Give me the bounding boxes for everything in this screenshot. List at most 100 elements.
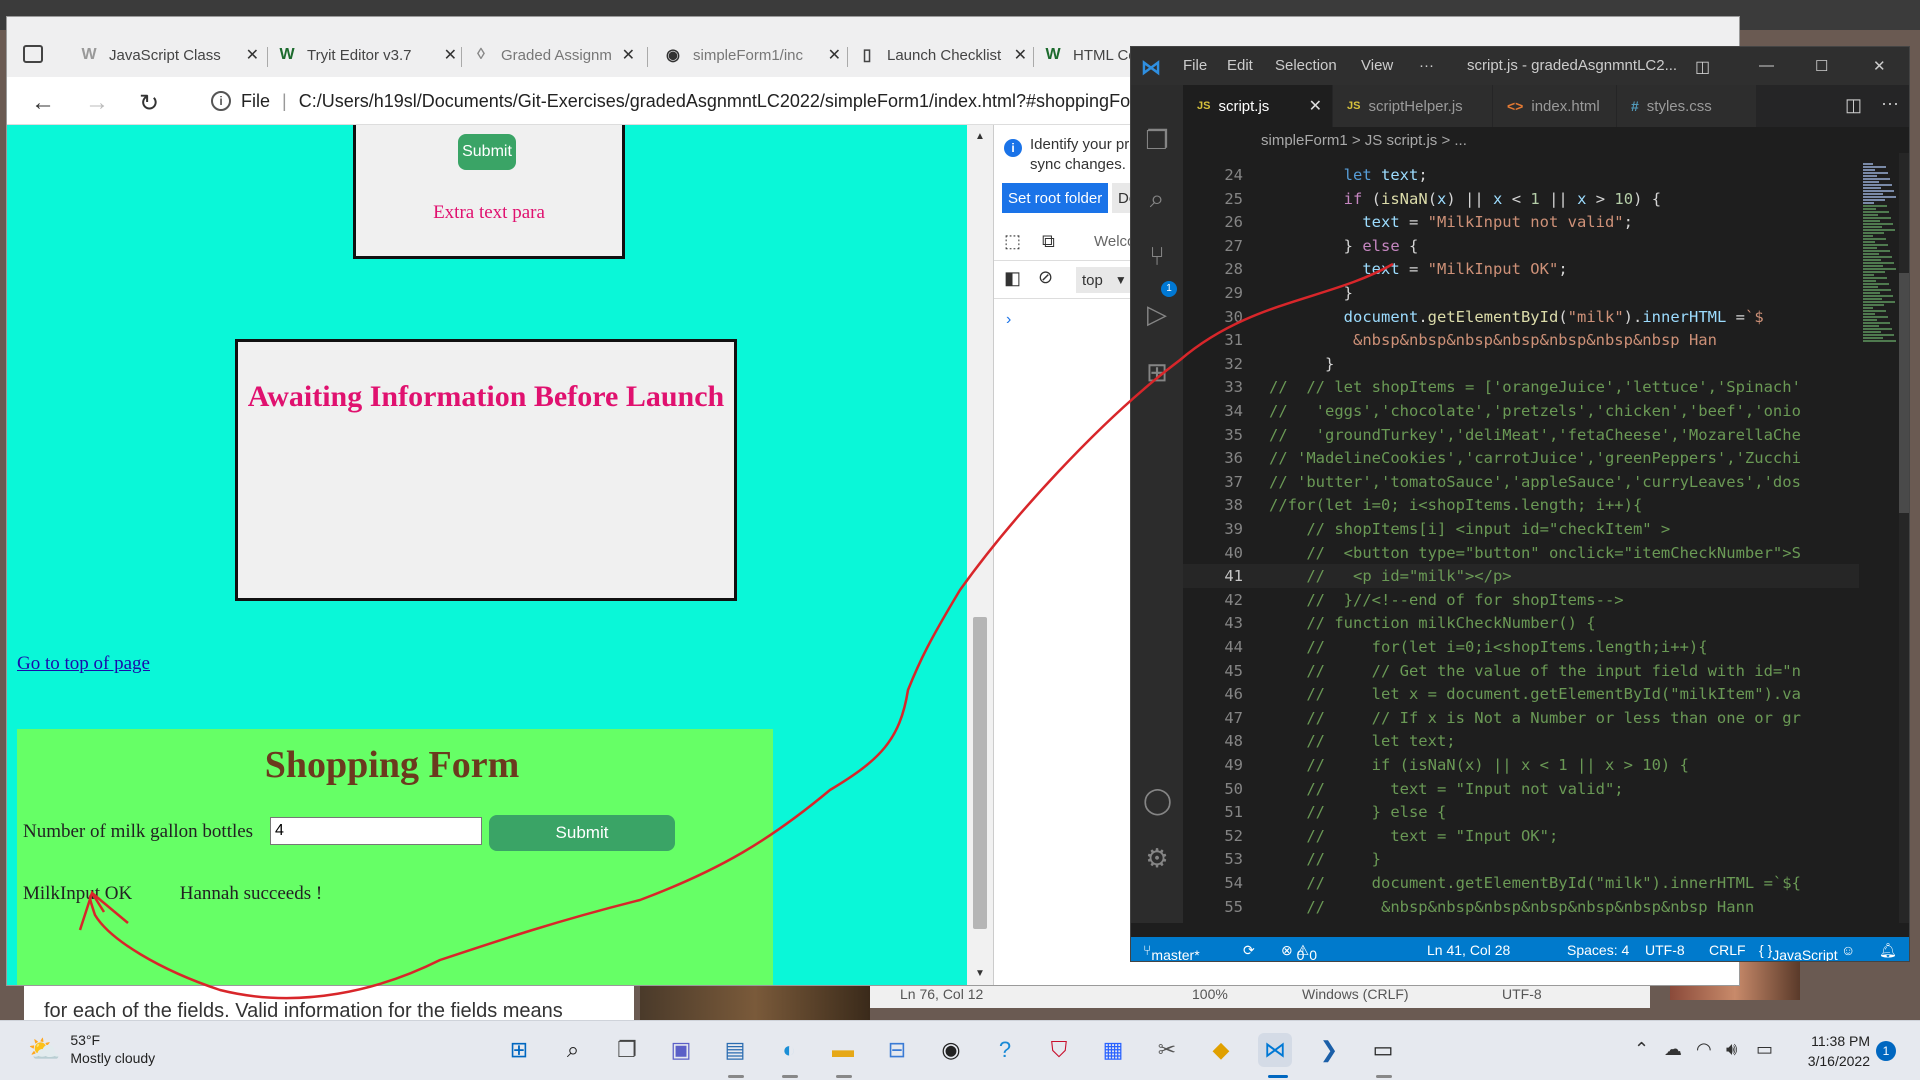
terminal-icon[interactable]: ▭ [1366, 1033, 1400, 1067]
page-scrollbar[interactable]: ▲ ▼ [967, 125, 993, 985]
code-line[interactable]: 51 // } else { [1183, 800, 1859, 824]
editor-scroll-thumb[interactable] [1899, 273, 1909, 513]
encoding[interactable]: UTF-8 [1645, 942, 1685, 958]
code-line[interactable]: 35 // 'groundTurkey','deliMeat','fetaChee… [1183, 423, 1859, 447]
menu-selection[interactable]: Selection [1275, 57, 1337, 74]
code-line[interactable]: 46 // let x = document.getElementById("m… [1183, 682, 1859, 706]
close-window-icon[interactable]: ✕ [1873, 57, 1886, 75]
edge-icon[interactable]: ◐ [772, 1033, 806, 1067]
code-line[interactable]: 48 // let text; [1183, 729, 1859, 753]
code-line[interactable]: 25 if (isNaN(x) || x < 1 || x > 10) { [1183, 187, 1859, 211]
tab-actions-icon[interactable] [23, 45, 43, 63]
layout-icon[interactable]: ◫ [1695, 57, 1710, 77]
account-icon[interactable]: ◯ [1143, 785, 1172, 816]
code-line[interactable]: 37 // 'butter','tomatoSauce','appleSauce'… [1183, 470, 1859, 494]
code-line[interactable]: 26 text = "MilkInput not valid"; [1183, 210, 1859, 234]
scroll-up-icon[interactable]: ▲ [975, 131, 985, 142]
context-select[interactable]: top ▼ [1076, 267, 1132, 293]
milk-submit-button[interactable]: Submit [489, 815, 675, 851]
notifications-bell-icon[interactable]: 🔔︎ [1879, 942, 1897, 959]
tab-script-helper-js[interactable]: JS scriptHelper.js [1333, 85, 1493, 127]
maximize-icon[interactable]: ☐ [1815, 57, 1828, 75]
close-tab-icon[interactable]: ✕ [1309, 96, 1322, 116]
editor-scrollbar[interactable] [1899, 153, 1909, 923]
close-tab-icon[interactable]: ✕ [246, 45, 259, 65]
explorer-icon[interactable]: ❐ [1143, 125, 1171, 156]
code-line[interactable]: 47 // // If x is Not a Number or less th… [1183, 706, 1859, 730]
code-line[interactable]: 53 // } [1183, 847, 1859, 871]
github-desktop-icon[interactable]: ◉ [934, 1033, 968, 1067]
code-line[interactable]: 28 text = "MilkInput OK"; [1183, 257, 1859, 281]
teams-chat-icon[interactable]: ▣ [664, 1033, 698, 1067]
powershell-icon[interactable]: ❯ [1312, 1033, 1346, 1067]
battery-icon[interactable]: ▭ [1756, 1039, 1773, 1060]
milk-input[interactable]: 4 [270, 817, 482, 845]
console-prompt-icon[interactable]: › [1006, 311, 1011, 329]
code-line[interactable]: 38 //for(let i=0; i<shopItems.length; i++… [1183, 493, 1859, 517]
calendar-icon[interactable]: ▦ [1096, 1033, 1130, 1067]
cursor-position[interactable]: Ln 41, Col 28 [1427, 942, 1510, 958]
language-mode[interactable]: { } JavaScript [1759, 942, 1838, 961]
code-line[interactable]: 42 // }//<!--end of for shopItems--> [1183, 588, 1859, 612]
settings-gear-icon[interactable]: ⚙ [1143, 843, 1171, 874]
wifi-icon[interactable]: ◠ [1696, 1039, 1712, 1060]
onedrive-icon[interactable]: ☁ [1664, 1039, 1682, 1060]
code-line[interactable]: 32 } [1183, 352, 1859, 376]
go-to-top-link[interactable]: Go to top of page [17, 653, 150, 675]
code-line[interactable]: 50 // text = "Input not valid"; [1183, 777, 1859, 801]
git-kraken-icon[interactable]: ◆ [1204, 1033, 1238, 1067]
help-icon[interactable]: ? [988, 1033, 1022, 1067]
scroll-down-icon[interactable]: ▼ [975, 968, 985, 979]
tab-tryit-editor[interactable]: W Tryit Editor v3.7 ✕ [277, 39, 457, 71]
screencast-icon[interactable]: ⬚ [1004, 231, 1021, 252]
code-line[interactable]: 55 // &nbsp&nbsp&nbsp&nbsp&nbsp&nbsp&nbs… [1183, 895, 1859, 919]
tab-html-course[interactable]: W HTML Co [1043, 39, 1143, 71]
notepad-icon[interactable]: ▤ [718, 1033, 752, 1067]
forward-arrow-icon[interactable]: → [85, 89, 109, 117]
tab-index-html[interactable]: <> index.html [1493, 85, 1617, 127]
code-line[interactable]: 24 let text; [1183, 163, 1859, 187]
feedback-icon[interactable]: ☺ [1841, 942, 1855, 958]
code-line[interactable]: 27 } else { [1183, 234, 1859, 258]
extensions-icon[interactable]: ⊞ [1143, 357, 1171, 388]
code-line[interactable]: 52 // text = "Input OK"; [1183, 824, 1859, 848]
tab-github-simpleform[interactable]: ◉ simpleForm1/inc ✕ [663, 39, 841, 71]
code-line[interactable]: 29 } [1183, 281, 1859, 305]
close-tab-icon[interactable]: ✕ [828, 45, 841, 65]
code-line[interactable]: 31 &nbsp&nbsp&nbsp&nbsp&nbsp&nbsp&nbsp H… [1183, 328, 1859, 352]
tab-graded-assignment[interactable]: ◊ Graded Assignm ✕ [471, 39, 635, 71]
menu-edit[interactable]: Edit [1227, 57, 1253, 74]
scroll-thumb[interactable] [973, 617, 987, 929]
minimize-icon[interactable]: — [1759, 57, 1774, 74]
tab-styles-css[interactable]: # styles.css [1617, 85, 1757, 127]
code-line[interactable]: 34 // 'eggs','chocolate','pretzels','chic… [1183, 399, 1859, 423]
run-debug-icon[interactable]: ▷ [1143, 299, 1171, 330]
reload-icon[interactable]: ↻ [139, 89, 159, 118]
task-view-icon[interactable]: ❐ [610, 1033, 644, 1067]
code-line[interactable]: 39 // shopItems[i] <input id="checkItem"… [1183, 517, 1859, 541]
mcafee-icon[interactable]: ⛉ [1042, 1033, 1076, 1067]
code-line[interactable]: 30 document.getElementById("milk").inner… [1183, 305, 1859, 329]
source-control-icon[interactable]: ⑂ [1143, 241, 1171, 272]
vscode-taskbar-icon[interactable]: ⋈ [1258, 1033, 1292, 1067]
search-icon[interactable]: ⌕ [1143, 183, 1171, 215]
code-line[interactable]: 33 // // let shopItems = ['orangeJuice','… [1183, 375, 1859, 399]
breadcrumb-path[interactable]: simpleForm1 > JS script.js > ... [1261, 132, 1467, 149]
clock[interactable]: 11:38 PM 3/16/2022 [1790, 1031, 1870, 1071]
code-editor[interactable]: 24 let text; 25 if (isNaN(x) || x < 1 || … [1183, 153, 1859, 923]
code-line[interactable]: 40 // <button type="button" onclick="ite… [1183, 541, 1859, 565]
code-line[interactable]: 41 // <p id="milk"></p> [1183, 564, 1859, 589]
snipping-tool-icon[interactable]: ✂ [1150, 1033, 1184, 1067]
site-info-icon[interactable]: i [211, 91, 231, 111]
branch-indicator[interactable]: ⑂ master* [1143, 942, 1200, 961]
search-icon[interactable]: ⌕ [556, 1033, 590, 1067]
tray-overflow-icon[interactable]: ⌃ [1634, 1039, 1649, 1060]
submit-button[interactable]: Submit [458, 134, 516, 170]
clear-console-icon[interactable]: ⊘ [1038, 267, 1053, 288]
back-arrow-icon[interactable]: ← [31, 89, 55, 117]
weather-widget[interactable]: ⛅ 53°F Mostly cloudy [28, 1031, 155, 1067]
menu-view[interactable]: View [1361, 57, 1393, 74]
close-tab-icon[interactable]: ✕ [1014, 45, 1027, 65]
code-line[interactable]: 36 // 'MadelineCookies','carrotJuice','gr… [1183, 446, 1859, 470]
notification-badge[interactable]: 1 [1876, 1041, 1896, 1061]
